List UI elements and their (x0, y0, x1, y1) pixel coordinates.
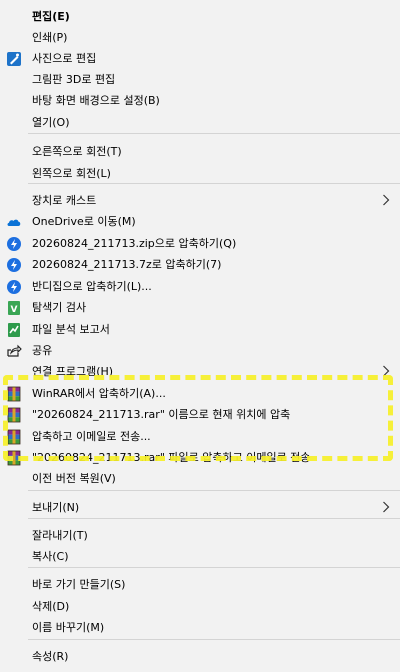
menu-item[interactable]: 보내기(N) (0, 497, 400, 518)
winrar-icon (6, 450, 22, 466)
menu-separator (28, 639, 400, 640)
menu-item[interactable]: 잘라내기(T) (0, 525, 400, 546)
menu-item-label: "20260824_211713.rar" 파일로 압축하고 이메일로 전송 (32, 451, 311, 464)
menu-item[interactable]: 왼쪽으로 회전(L) (0, 163, 400, 184)
menu-item[interactable]: 바로 가기 만들기(S) (0, 574, 400, 595)
menu-item[interactable]: OneDrive로 이동(M) (0, 211, 400, 232)
menu-item[interactable]: 장치로 캐스트 (0, 190, 400, 211)
menu-item-label: 바로 가기 만들기(S) (32, 578, 126, 591)
menu-item-label: OneDrive로 이동(M) (32, 215, 136, 228)
v3-icon: V (6, 300, 22, 316)
winrar-icon (6, 429, 22, 445)
chevron-right-icon (381, 500, 391, 514)
menu-item[interactable]: "20260824_211713.rar" 파일로 압축하고 이메일로 전송 (0, 447, 400, 468)
svg-text:V: V (11, 305, 18, 315)
menu-item-label: 속성(R) (32, 650, 69, 663)
menu-item-label: 보내기(N) (32, 501, 80, 514)
menu-item[interactable]: 압축하고 이메일로 전송... (0, 426, 400, 447)
menu-item[interactable]: 열기(O) (0, 112, 400, 133)
menu-item[interactable]: 바탕 화면 배경으로 설정(B) (0, 90, 400, 111)
menu-item[interactable]: 삭제(D) (0, 596, 400, 617)
menu-item-label: 이름 바꾸기(M) (32, 621, 105, 634)
menu-item-label: 공유 (32, 344, 53, 357)
menu-separator (28, 133, 400, 134)
menu-item-label: 바탕 화면 배경으로 설정(B) (32, 94, 160, 107)
menu-item-label: 반디집으로 압축하기(L)... (32, 280, 152, 293)
winrar-icon (6, 386, 22, 402)
menu-item-label: 파일 분석 보고서 (32, 323, 110, 336)
bandizip-icon (6, 279, 22, 295)
menu-item-label: 연결 프로그램(H) (32, 365, 114, 378)
context-menu: 편집(E) 인쇄(P) 사진으로 편집그림판 3D로 편집바탕 화면 배경으로 설정… (0, 0, 400, 672)
menu-item-label: 20260824_211713.7z로 압축하기(7) (32, 258, 222, 271)
onedrive-icon (6, 214, 22, 230)
menu-item-label: 열기(O) (32, 116, 70, 129)
menu-item[interactable]: 이전 버전 복원(V) (0, 468, 400, 489)
share-icon (6, 343, 22, 359)
menu-item[interactable]: "20260824_211713.rar" 이름으로 현재 위치에 압축 (0, 404, 400, 425)
menu-item-label: 그림판 3D로 편집 (32, 73, 116, 86)
menu-item[interactable]: V 탐색기 검사 (0, 297, 400, 318)
bandizip-icon (6, 257, 22, 273)
menu-item[interactable]: 이름 바꾸기(M) (0, 617, 400, 638)
menu-separator (28, 567, 400, 568)
menu-item-label: 인쇄(P) (32, 31, 68, 44)
bandizip-icon (6, 236, 22, 252)
photos-edit-icon (6, 51, 22, 67)
menu-item[interactable]: 반디집으로 압축하기(L)... (0, 276, 400, 297)
menu-item[interactable]: 인쇄(P) (0, 27, 400, 48)
menu-separator (28, 490, 400, 491)
chevron-right-icon (381, 193, 391, 207)
menu-item[interactable]: 속성(R) (0, 646, 400, 667)
menu-item[interactable]: 파일 분석 보고서 (0, 319, 400, 340)
menu-item-label: 이전 버전 복원(V) (32, 472, 116, 485)
menu-item-label: 삭제(D) (32, 600, 70, 613)
menu-item-label: 압축하고 이메일로 전송... (32, 430, 151, 443)
menu-item-label: WinRAR에서 압축하기(A)... (32, 387, 166, 400)
winrar-icon (6, 407, 22, 423)
menu-item[interactable]: 사진으로 편집 (0, 48, 400, 69)
menu-item-label: 편집(E) (32, 10, 70, 23)
menu-item[interactable]: 복사(C) (0, 546, 400, 567)
menu-item-label: "20260824_211713.rar" 이름으로 현재 위치에 압축 (32, 408, 291, 421)
menu-item[interactable]: 그림판 3D로 편집 (0, 69, 400, 90)
menu-item[interactable]: 20260824_211713.zip으로 압축하기(Q) (0, 233, 400, 254)
menu-item-label: 잘라내기(T) (32, 529, 88, 542)
menu-item-label: 20260824_211713.zip으로 압축하기(Q) (32, 237, 237, 250)
menu-item[interactable]: 오른쪽으로 회전(T) (0, 141, 400, 162)
menu-item-label: 복사(C) (32, 550, 69, 563)
menu-item[interactable]: WinRAR에서 압축하기(A)... (0, 383, 400, 404)
menu-item-label: 장치로 캐스트 (32, 194, 97, 207)
menu-item[interactable]: 공유 (0, 340, 400, 361)
menu-separator (28, 183, 400, 184)
chevron-right-icon (381, 364, 391, 378)
menu-item[interactable]: 편집(E) (0, 6, 400, 27)
v3-report-icon (6, 322, 22, 338)
menu-item[interactable]: 20260824_211713.7z로 압축하기(7) (0, 254, 400, 275)
menu-item-label: 탐색기 검사 (32, 301, 87, 314)
menu-separator (28, 518, 400, 519)
menu-item-label: 왼쪽으로 회전(L) (32, 167, 111, 180)
menu-item-label: 오른쪽으로 회전(T) (32, 145, 122, 158)
menu-item[interactable]: 연결 프로그램(H) (0, 361, 400, 382)
menu-item-label: 사진으로 편집 (32, 52, 97, 65)
